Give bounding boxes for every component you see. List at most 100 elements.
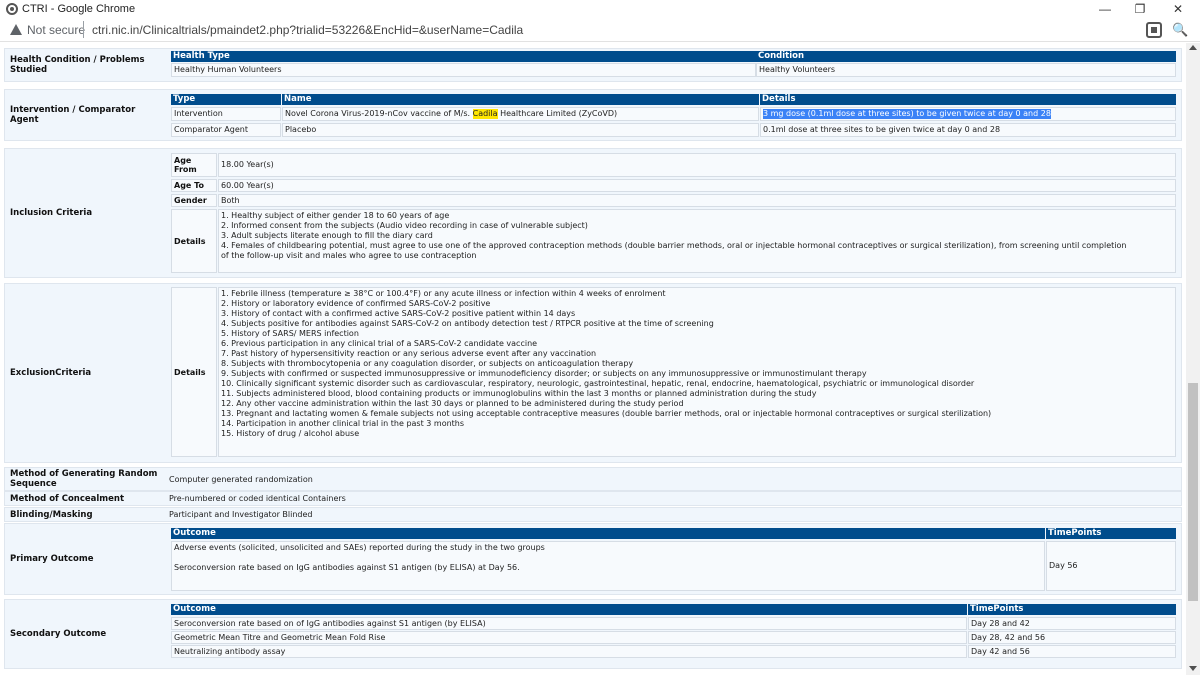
extension-icon[interactable]: [1146, 22, 1162, 38]
intervention-label: Intervention / Comparator Agent: [10, 105, 136, 125]
primary-outcome-row: Primary Outcome Outcome TimePoints Adver…: [4, 523, 1182, 595]
concealment-value: Pre-numbered or coded identical Containe…: [169, 494, 346, 503]
secondary-outcome-3: Neutralizing antibody assay: [171, 645, 967, 658]
gender-value: Both: [218, 194, 1176, 207]
comparator-name: Placebo: [282, 123, 759, 137]
scroll-down-icon[interactable]: [1189, 666, 1197, 671]
gender-label: Gender: [171, 194, 217, 207]
list-item: 8. Subjects with thrombocytopenia or any…: [221, 359, 634, 368]
maximize-button[interactable]: ❐: [1125, 1, 1155, 17]
list-item: 1. Febrile illness (temperature ≥ 38°C o…: [221, 289, 666, 298]
name-text-end: Healthcare Limited (ZyCoVD): [497, 109, 618, 118]
list-item: 14. Participation in another clinical tr…: [221, 419, 465, 428]
scroll-up-icon[interactable]: [1189, 45, 1197, 50]
health-type-header: Health Type: [171, 51, 756, 62]
age-from-value: 18.00 Year(s): [218, 153, 1176, 177]
primary-outcome-header: Outcome: [171, 528, 1045, 539]
address-divider: [83, 21, 84, 38]
url-text[interactable]: ctri.nic.in/Clinicaltrials/pmaindet2.php…: [92, 23, 523, 37]
primary-timepoints-header: TimePoints: [1046, 528, 1176, 539]
age-from-label: Age From: [171, 153, 217, 177]
minimize-button[interactable]: —: [1090, 1, 1120, 17]
exclusion-row: ExclusionCriteria Details 1. Febrile ill…: [4, 283, 1182, 463]
highlighted-text: Cadila: [472, 109, 498, 119]
list-item: 7. Past history of hypersensitivity reac…: [221, 349, 597, 358]
secondary-outcome-header: Outcome: [171, 604, 967, 615]
random-sequence-label: Method of Generating Random Sequence: [10, 469, 158, 489]
zoom-icon[interactable]: 🔍: [1172, 22, 1188, 38]
window-titlebar: CTRI - Google Chrome — ❐ ✕: [0, 0, 1200, 18]
list-item: 4. Females of childbearing potential, mu…: [221, 241, 1127, 250]
inclusion-details-list: 1. Healthy subject of either gender 18 t…: [218, 209, 1176, 273]
list-item: of the follow-up visit and males who agr…: [221, 251, 477, 260]
secondary-time-3: Day 42 and 56: [968, 645, 1176, 658]
health-condition-label: Health Condition / Problems Studied: [10, 55, 145, 75]
list-item: 5. History of SARS/ MERS infection: [221, 329, 359, 338]
list-item: 6. Previous participation in any clinica…: [221, 339, 538, 348]
health-condition-row: Health Condition / Problems Studied Heal…: [4, 48, 1182, 82]
list-item: 13. Pregnant and lactating women & femal…: [221, 409, 992, 418]
selected-text: 3 mg dose (0.1ml dose at three sites) to…: [763, 109, 1051, 119]
secondary-time-2: Day 28, 42 and 56: [968, 631, 1176, 644]
name-text: Novel Corona Virus-2019-nCov vaccine of …: [285, 109, 473, 118]
inclusion-details-label: Details: [171, 209, 217, 273]
warning-icon[interactable]: [10, 24, 22, 35]
secondary-outcome-row: Secondary Outcome Outcome TimePoints Ser…: [4, 599, 1182, 669]
list-item: 10. Clinically significant systemic diso…: [221, 379, 975, 388]
exclusion-details-label: Details: [171, 287, 217, 457]
list-item: 2. History or laboratory evidence of con…: [221, 299, 491, 308]
address-bar[interactable]: Not secure ctri.nic.in/Clinicaltrials/pm…: [0, 18, 1200, 42]
list-item: 11. Subjects administered blood, blood c…: [221, 389, 817, 398]
details-header: Details: [760, 94, 1176, 105]
primary-outcome-label: Primary Outcome: [10, 554, 94, 564]
window-title: CTRI - Google Chrome: [22, 3, 136, 15]
inclusion-label: Inclusion Criteria: [10, 208, 93, 218]
list-item: 2. Informed consent from the subjects (A…: [221, 221, 588, 230]
secondary-outcome-1: Seroconversion rate based on of IgG anti…: [171, 617, 967, 630]
condition-header: Condition: [756, 51, 1176, 62]
list-item: 3. Adult subjects literate enough to fil…: [221, 231, 433, 240]
condition-value: Healthy Volunteers: [756, 63, 1176, 77]
primary-timepoint-value: Day 56: [1046, 541, 1176, 591]
blinding-row: Blinding/Masking Participant and Investi…: [4, 507, 1182, 522]
list-item: 3. History of contact with a confirmed a…: [221, 309, 576, 318]
primary-outcome-list: Adverse events (solicited, unsolicited a…: [171, 541, 1045, 591]
secondary-outcome-2: Geometric Mean Titre and Geometric Mean …: [171, 631, 967, 644]
type-header: Type: [171, 94, 281, 105]
page-scrollbar[interactable]: [1186, 43, 1200, 675]
blinding-label: Blinding/Masking: [10, 509, 93, 520]
random-sequence-value: Computer generated randomization: [169, 474, 313, 484]
exclusion-label: ExclusionCriteria: [10, 368, 92, 378]
secondary-timepoints-header: TimePoints: [968, 604, 1176, 615]
list-item: Adverse events (solicited, unsolicited a…: [174, 543, 545, 552]
intervention-details: 3 mg dose (0.1ml dose at three sites) to…: [760, 107, 1176, 121]
list-item: 1. Healthy subject of either gender 18 t…: [221, 211, 450, 220]
secondary-outcome-label: Secondary Outcome: [10, 629, 107, 639]
random-sequence-row: Method of Generating Random Sequence Com…: [4, 467, 1182, 491]
list-item: 9. Subjects with confirmed or suspected …: [221, 369, 867, 378]
blinding-value: Participant and Investigator Blinded: [169, 510, 313, 519]
inclusion-row: Inclusion Criteria Age From 18.00 Year(s…: [4, 148, 1182, 278]
list-item: Seroconversion rate based on IgG antibod…: [174, 563, 520, 572]
secondary-time-1: Day 28 and 42: [968, 617, 1176, 630]
exclusion-details-list: 1. Febrile illness (temperature ≥ 38°C o…: [218, 287, 1176, 457]
age-to-value: 60.00 Year(s): [218, 179, 1176, 192]
concealment-row: Method of Concealment Pre-numbered or co…: [4, 491, 1182, 506]
intervention-name: Novel Corona Virus-2019-nCov vaccine of …: [282, 107, 759, 121]
list-item: 4. Subjects positive for antibodies agai…: [221, 319, 714, 328]
list-item: 15. History of drug / alcohol abuse: [221, 429, 360, 438]
intervention-row: Intervention / Comparator Agent Type Nam…: [4, 89, 1182, 141]
close-button[interactable]: ✕: [1163, 1, 1193, 17]
intervention-type: Intervention: [171, 107, 281, 121]
comparator-type: Comparator Agent: [171, 123, 281, 137]
age-to-label: Age To: [171, 179, 217, 192]
name-header: Name: [282, 94, 759, 105]
health-type-value: Healthy Human Volunteers: [171, 63, 756, 77]
security-label[interactable]: Not secure: [27, 23, 85, 37]
comparator-details: 0.1ml dose at three sites to be given tw…: [760, 123, 1176, 137]
scroll-thumb[interactable]: [1188, 383, 1198, 601]
list-item: 12. Any other vaccine administration wit…: [221, 399, 684, 408]
page-content: Health Condition / Problems Studied Heal…: [0, 43, 1186, 675]
chrome-icon: [6, 3, 18, 15]
concealment-label: Method of Concealment: [10, 493, 125, 504]
